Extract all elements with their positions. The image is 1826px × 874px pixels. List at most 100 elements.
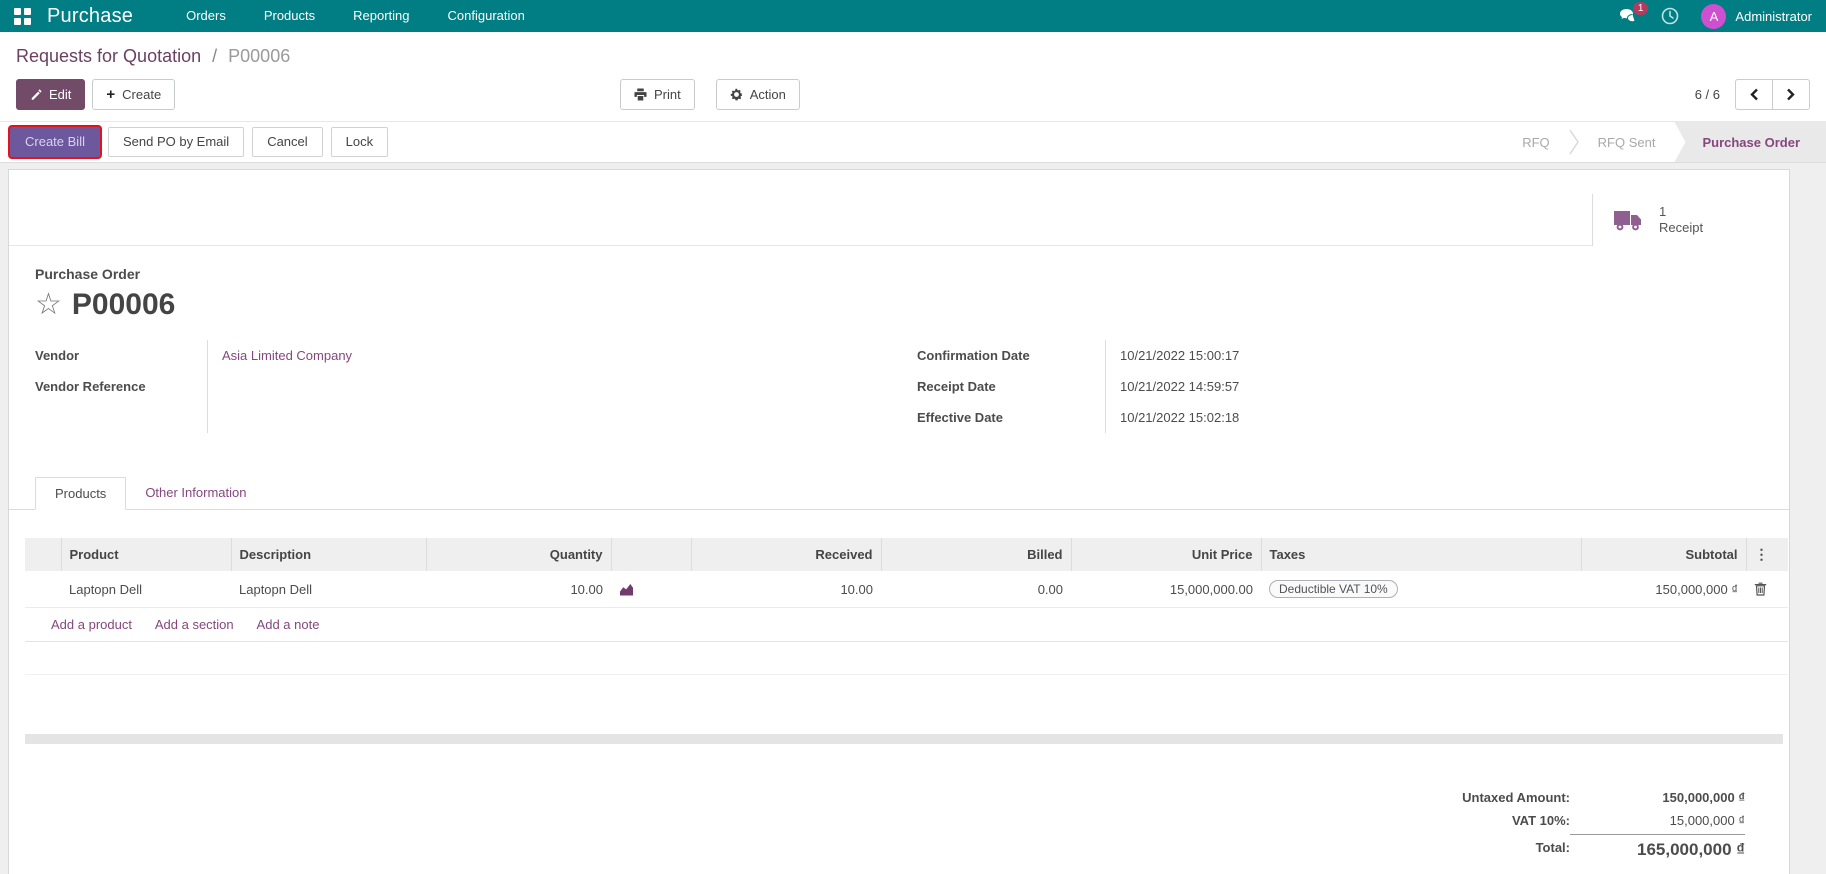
receipt-date-value: 10/21/2022 14:59:57 [1105,371,1763,402]
printer-icon [634,88,647,101]
forecast-chart-icon[interactable] [619,583,683,596]
billed-column-header: Billed [880,538,1071,571]
status-step-rfq-sent[interactable]: RFQ Sent [1579,122,1675,162]
subtotal-cell[interactable]: 150,000,000 ₫ [1581,571,1746,608]
form-sheet: 1 Receipt Purchase Order ☆ P00006 Vendor… [8,169,1790,874]
pager-next-button[interactable] [1772,79,1810,110]
add-a-note-link[interactable]: Add a note [257,617,320,632]
forecast-cell [611,571,691,608]
untaxed-amount-value: 150,000,000 ₫ [1662,789,1745,805]
lock-button[interactable]: Lock [330,127,389,157]
vendor-link[interactable]: Asia Limited Company [222,348,352,363]
add-a-product-link[interactable]: Add a product [51,617,132,632]
action-button-label: Action [749,87,786,102]
table-row: Laptopn Dell Laptopn Dell 10.00 10.00 0.… [25,571,1788,608]
horizontal-scrollbar[interactable] [25,733,1783,744]
total-value: 165,000,000 ₫ [1570,833,1745,864]
edit-button-label: Edit [49,87,72,102]
row-handle-cell[interactable] [25,571,61,608]
forecast-column-header [610,538,691,571]
vendor-reference-label: Vendor Reference [35,379,146,394]
vendor-label: Vendor [35,348,80,363]
pager-previous-button[interactable] [1735,79,1773,110]
status-step-rfq[interactable]: RFQ [1503,122,1568,162]
quantity-cell[interactable]: 10.00 [426,571,611,608]
table-header-row: Product Description Quantity Received Bi… [25,538,1788,571]
status-steps: RFQ RFQ Sent Purchase Order [1503,122,1826,162]
step-separator-icon [1569,122,1579,162]
receipt-label: Receipt [1659,220,1704,235]
row-actions-cell [1746,571,1788,608]
confirmation-date-value: 10/21/2022 15:00:17 [1105,340,1763,371]
vat-label: VAT 10%: [1511,812,1570,828]
taxes-column-header: Taxes [1260,538,1581,571]
taxes-cell[interactable]: Deductible VAT 10% [1261,571,1581,608]
order-lines-table: Product Description Quantity Received Bi… [25,538,1788,708]
add-a-section-link[interactable]: Add a section [155,617,234,632]
doc-type-label: Purchase Order [35,266,141,282]
messages-count-badge: 1 [1632,1,1649,15]
messages-button[interactable]: 1 [1619,1,1649,24]
print-button-label: Print [654,87,681,102]
effective-date-label: Effective Date [917,410,1003,425]
activities-button[interactable] [1661,7,1679,25]
product-column-header: Product [60,538,231,571]
nav-menus: Orders Products Reporting Configuration [167,0,544,32]
chevron-left-icon [1749,88,1759,101]
smart-button-box: 1 Receipt [9,170,1789,246]
description-cell[interactable]: Laptopn Dell [231,571,426,608]
empty-row [25,641,1788,675]
tax-tag: Deductible VAT 10% [1269,580,1398,598]
quantity-column-header: Quantity [425,538,611,571]
truck-icon [1613,209,1643,232]
status-step-purchase-order[interactable]: Purchase Order [1674,122,1826,162]
nav-menu-orders[interactable]: Orders [167,0,245,32]
product-cell[interactable]: Laptopn Dell [61,571,231,608]
user-menu[interactable]: A Administrator [1701,3,1812,29]
chevron-right-icon [1786,88,1796,101]
action-button[interactable]: Action [715,79,800,110]
receipt-date-label: Receipt Date [917,379,996,394]
app-brand[interactable]: Purchase [47,5,133,28]
confirmation-date-label: Confirmation Date [917,348,1030,363]
print-button[interactable]: Print [620,79,695,110]
favorite-star-icon[interactable]: ☆ [35,290,62,320]
create-button[interactable]: + Create [92,79,176,110]
user-name: Administrator [1735,8,1812,24]
untaxed-amount-label: Untaxed Amount: [1462,789,1570,805]
send-po-by-email-button[interactable]: Send PO by Email [107,127,245,157]
unit-price-cell[interactable]: 15,000,000.00 [1071,571,1261,608]
page-title: P00006 [71,288,176,321]
plus-icon: + [106,86,116,103]
clock-icon [1661,7,1679,25]
apps-menu-icon[interactable] [14,7,31,25]
tab-products[interactable]: Products [35,477,127,510]
tab-other-information[interactable]: Other Information [126,477,265,509]
receipt-count: 1 [1659,204,1667,219]
subtotal-column-header: Subtotal [1580,538,1746,571]
create-bill-button[interactable]: Create Bill [10,127,100,157]
gear-icon [730,88,743,101]
received-cell[interactable]: 10.00 [691,571,881,608]
cancel-button[interactable]: Cancel [252,127,323,157]
top-navbar: Purchase Orders Products Reporting Confi… [0,0,1826,32]
nav-menu-configuration[interactable]: Configuration [429,0,544,32]
edit-button[interactable]: Edit [16,79,86,110]
receipt-smart-button[interactable]: 1 Receipt [1592,194,1789,246]
breadcrumb-parent-link[interactable]: Requests for Quotation [16,46,201,66]
nav-menu-reporting[interactable]: Reporting [334,0,428,32]
breadcrumb-divider: / [212,46,218,66]
unit-price-column-header: Unit Price [1070,538,1261,571]
empty-row [25,675,1788,708]
form-view-area: 1 Receipt Purchase Order ☆ P00006 Vendor… [0,163,1826,874]
pencil-icon [30,89,42,101]
trash-icon[interactable] [1754,582,1780,596]
billed-cell[interactable]: 0.00 [881,571,1071,608]
optional-columns-toggle[interactable]: ⋮ [1745,538,1788,571]
table-add-row: Add a product Add a section Add a note [25,607,1788,642]
nav-menu-products[interactable]: Products [245,0,334,32]
control-panel: Requests for Quotation / P00006 Edit + C… [0,32,1826,121]
description-column-header: Description [230,538,426,571]
breadcrumb: Requests for Quotation / P00006 [16,46,1810,67]
handle-column-header [25,538,61,571]
